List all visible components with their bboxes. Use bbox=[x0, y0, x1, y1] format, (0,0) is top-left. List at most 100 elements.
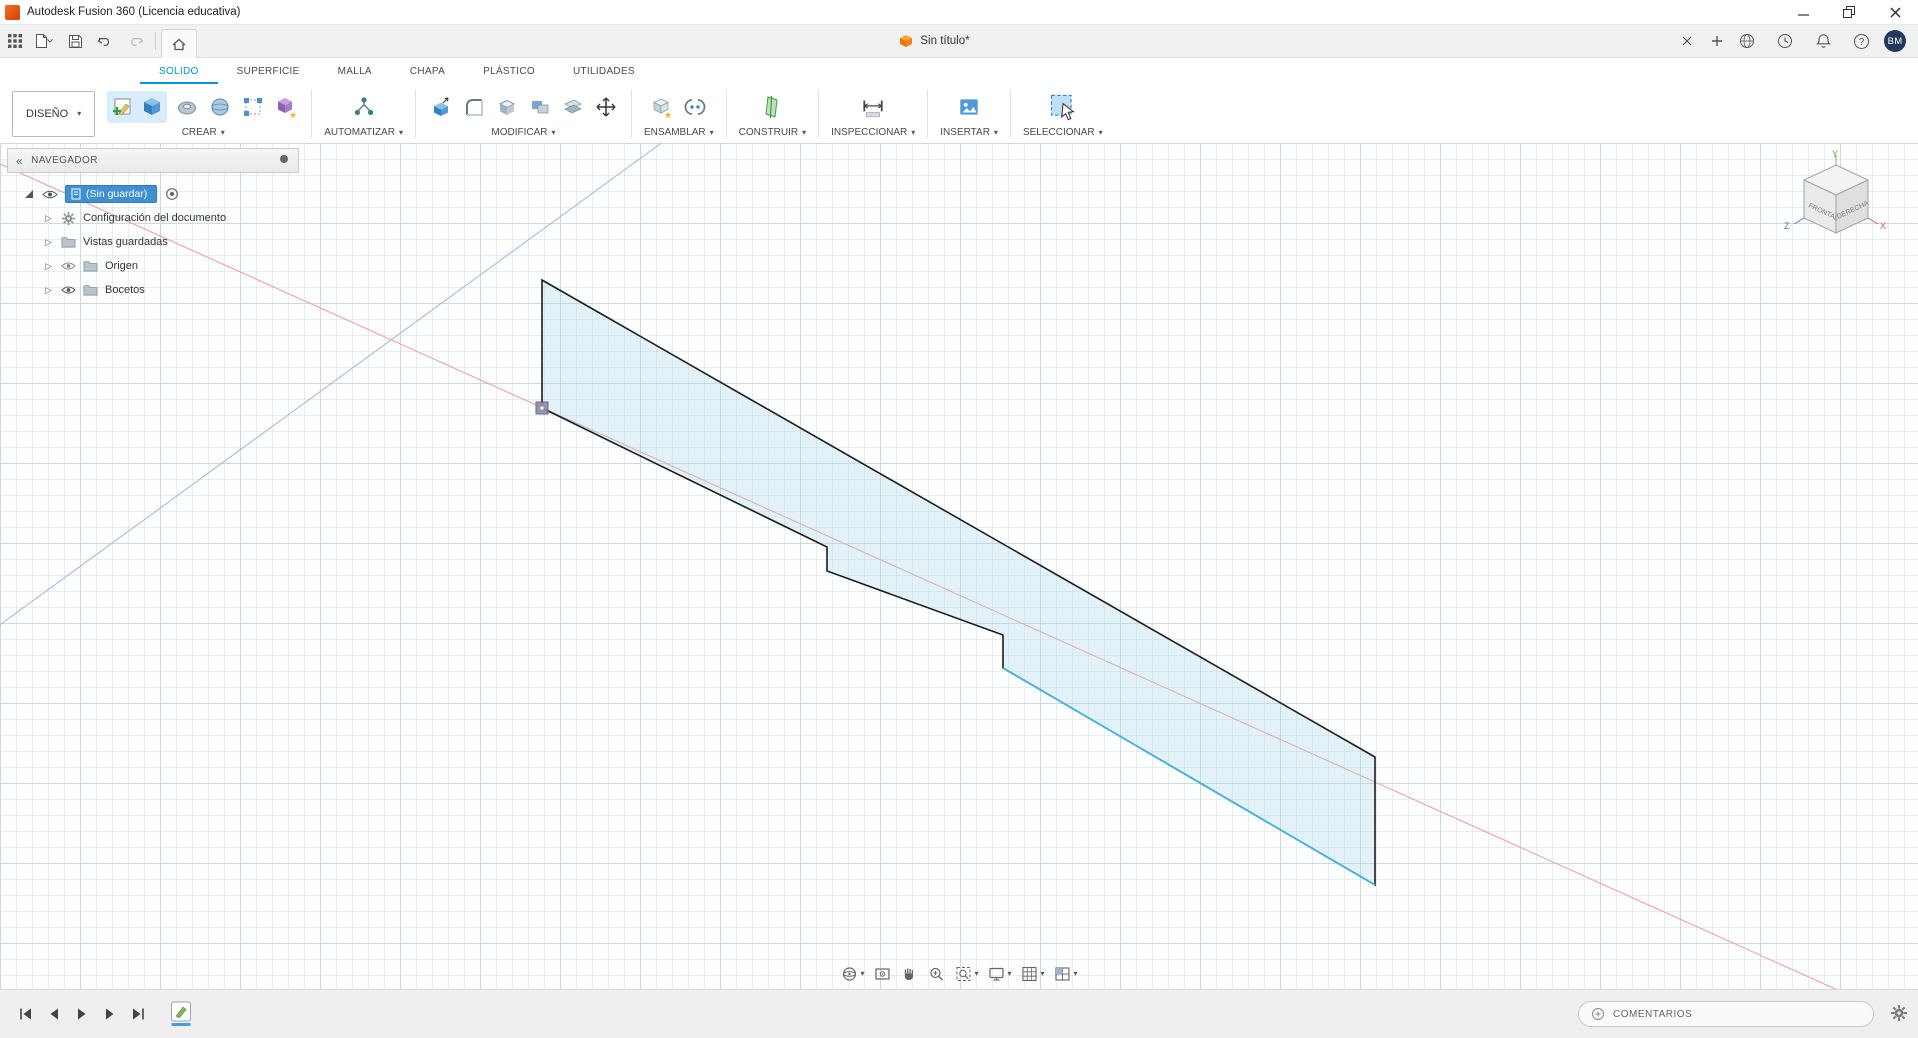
browser-header[interactable]: « NAVEGADOR bbox=[7, 148, 299, 173]
grid-icon bbox=[1021, 965, 1039, 983]
tab-solido[interactable]: SOLIDO bbox=[140, 58, 218, 84]
construir-dropdown[interactable]: CONSTRUIR ▾ bbox=[739, 127, 806, 138]
tab-superficie[interactable]: SUPERFICIE bbox=[218, 58, 319, 84]
new-tab-button[interactable] bbox=[1704, 28, 1730, 54]
expand-caret-icon[interactable]: ▷ bbox=[45, 285, 55, 296]
close-tab-icon bbox=[1682, 36, 1692, 46]
insert-image-button[interactable] bbox=[956, 93, 982, 121]
save-button[interactable] bbox=[62, 28, 88, 54]
extensions-button[interactable] bbox=[1734, 28, 1760, 54]
sweep-icon bbox=[209, 96, 231, 118]
visibility-toggle[interactable] bbox=[42, 189, 58, 200]
step-forward-button[interactable] bbox=[98, 1002, 122, 1026]
fillet-button[interactable] bbox=[461, 93, 487, 121]
grid-settings-button[interactable]: ▾ bbox=[1021, 965, 1045, 983]
orbit-button[interactable]: ▾ bbox=[840, 965, 864, 983]
user-avatar[interactable]: BM bbox=[1884, 30, 1906, 52]
expand-caret-icon[interactable]: ▷ bbox=[45, 213, 55, 224]
crear-label: CREAR bbox=[182, 127, 217, 138]
go-to-end-button[interactable] bbox=[126, 1002, 150, 1026]
view-cube[interactable]: FRONTAL DERECHA Y X Z bbox=[1776, 149, 1900, 265]
workspace-dropdown[interactable]: DISEÑO ▾ bbox=[12, 91, 95, 137]
expand-caret-icon[interactable]: ▷ bbox=[45, 261, 55, 272]
visibility-toggle[interactable] bbox=[61, 285, 76, 295]
globe-icon bbox=[1739, 33, 1755, 49]
app-grid-button[interactable] bbox=[2, 28, 28, 54]
extrude-button[interactable] bbox=[139, 93, 165, 121]
step-back-icon bbox=[47, 1007, 61, 1021]
close-tab-button[interactable] bbox=[1674, 28, 1700, 54]
fit-button[interactable]: ▾ bbox=[954, 965, 978, 983]
comments-input[interactable]: COMENTARIOS bbox=[1578, 1001, 1874, 1027]
measure-icon bbox=[861, 95, 885, 119]
home-tab-button[interactable] bbox=[161, 29, 197, 58]
tree-item-named-views[interactable]: ▷ Vistas guardadas bbox=[7, 230, 299, 254]
combine-button[interactable] bbox=[527, 93, 553, 121]
construction-plane-button[interactable] bbox=[759, 93, 785, 121]
automate-button[interactable] bbox=[347, 93, 381, 121]
seleccionar-dropdown[interactable]: SELECCIONAR ▾ bbox=[1023, 127, 1103, 138]
pattern-button[interactable] bbox=[240, 93, 266, 121]
activate-component-button[interactable] bbox=[165, 187, 179, 201]
tree-item-sketches[interactable]: ▷ Bocetos bbox=[7, 278, 299, 302]
joint-button[interactable] bbox=[682, 93, 708, 121]
file-icon bbox=[34, 33, 56, 49]
step-back-button[interactable] bbox=[42, 1002, 66, 1026]
viewport[interactable]: « NAVEGADOR (Sin guardar) bbox=[0, 143, 1918, 990]
sweep-button[interactable] bbox=[207, 93, 233, 121]
preferences-button[interactable] bbox=[1890, 1004, 1908, 1027]
go-to-start-icon bbox=[18, 1007, 34, 1021]
play-button[interactable] bbox=[70, 1002, 94, 1026]
zoom-button[interactable] bbox=[927, 965, 945, 983]
create-sketch-button[interactable] bbox=[109, 93, 135, 121]
tree-item-origin[interactable]: ▷ Origen bbox=[7, 254, 299, 278]
modificar-dropdown[interactable]: MODIFICAR ▾ bbox=[491, 127, 555, 138]
tree-item-doc-settings[interactable]: ▷ Configuración del documento bbox=[7, 206, 299, 230]
document-tab[interactable]: Sin título* bbox=[197, 25, 1672, 57]
insertar-dropdown[interactable]: INSERTAR ▾ bbox=[940, 127, 998, 138]
visibility-toggle[interactable] bbox=[61, 261, 76, 271]
collapse-panel-icon[interactable]: « bbox=[16, 155, 23, 167]
tree-root-row[interactable]: (Sin guardar) bbox=[7, 182, 299, 206]
new-component-button[interactable]: ★ bbox=[649, 93, 675, 121]
timeline-feature-sketch[interactable] bbox=[170, 1000, 194, 1028]
tab-utilidades[interactable]: UTILIDADES bbox=[554, 58, 654, 84]
z-axis-tick bbox=[1794, 218, 1804, 224]
viewports-button[interactable]: ▾ bbox=[1054, 965, 1078, 983]
expand-caret-icon[interactable]: ▷ bbox=[45, 237, 55, 248]
press-pull-button[interactable] bbox=[428, 93, 454, 121]
look-at-button[interactable] bbox=[873, 965, 891, 983]
move-button[interactable] bbox=[593, 93, 619, 121]
target-icon bbox=[165, 187, 179, 201]
dock-corner-icon bbox=[25, 190, 33, 198]
file-menu-button[interactable] bbox=[32, 28, 58, 54]
panel-options-button[interactable] bbox=[278, 153, 290, 168]
document-root-item[interactable]: (Sin guardar) bbox=[65, 185, 157, 203]
tab-malla[interactable]: MALLA bbox=[319, 58, 391, 84]
display-settings-button[interactable]: ▾ bbox=[987, 965, 1011, 983]
create-form-button[interactable]: ★ bbox=[273, 93, 299, 121]
job-status-button[interactable] bbox=[1772, 28, 1798, 54]
minimize-button[interactable] bbox=[1780, 0, 1826, 24]
ensamblar-dropdown[interactable]: ENSAMBLAR ▾ bbox=[644, 127, 714, 138]
pan-button[interactable] bbox=[900, 965, 918, 983]
close-button[interactable] bbox=[1872, 0, 1918, 24]
offset-face-button[interactable] bbox=[560, 93, 586, 121]
help-button[interactable]: ? bbox=[1848, 28, 1874, 54]
tab-chapa[interactable]: CHAPA bbox=[391, 58, 464, 84]
revolve-button[interactable] bbox=[174, 93, 200, 121]
sketch-profile[interactable] bbox=[542, 280, 1375, 885]
tab-plastico[interactable]: PLÁSTICO bbox=[464, 58, 554, 84]
crear-dropdown[interactable]: CREAR ▾ bbox=[182, 127, 225, 138]
notifications-button[interactable] bbox=[1810, 28, 1836, 54]
shell-button[interactable] bbox=[494, 93, 520, 121]
offset-face-icon bbox=[562, 96, 584, 118]
select-button[interactable] bbox=[1046, 93, 1080, 121]
undo-button[interactable] bbox=[92, 28, 118, 54]
restore-button[interactable] bbox=[1826, 0, 1872, 24]
redo-button[interactable] bbox=[122, 28, 148, 54]
inspeccionar-dropdown[interactable]: INSPECCIONAR ▾ bbox=[831, 127, 915, 138]
measure-button[interactable] bbox=[860, 93, 886, 121]
go-to-start-button[interactable] bbox=[14, 1002, 38, 1026]
automatizar-dropdown[interactable]: AUTOMATIZAR ▾ bbox=[324, 127, 403, 138]
